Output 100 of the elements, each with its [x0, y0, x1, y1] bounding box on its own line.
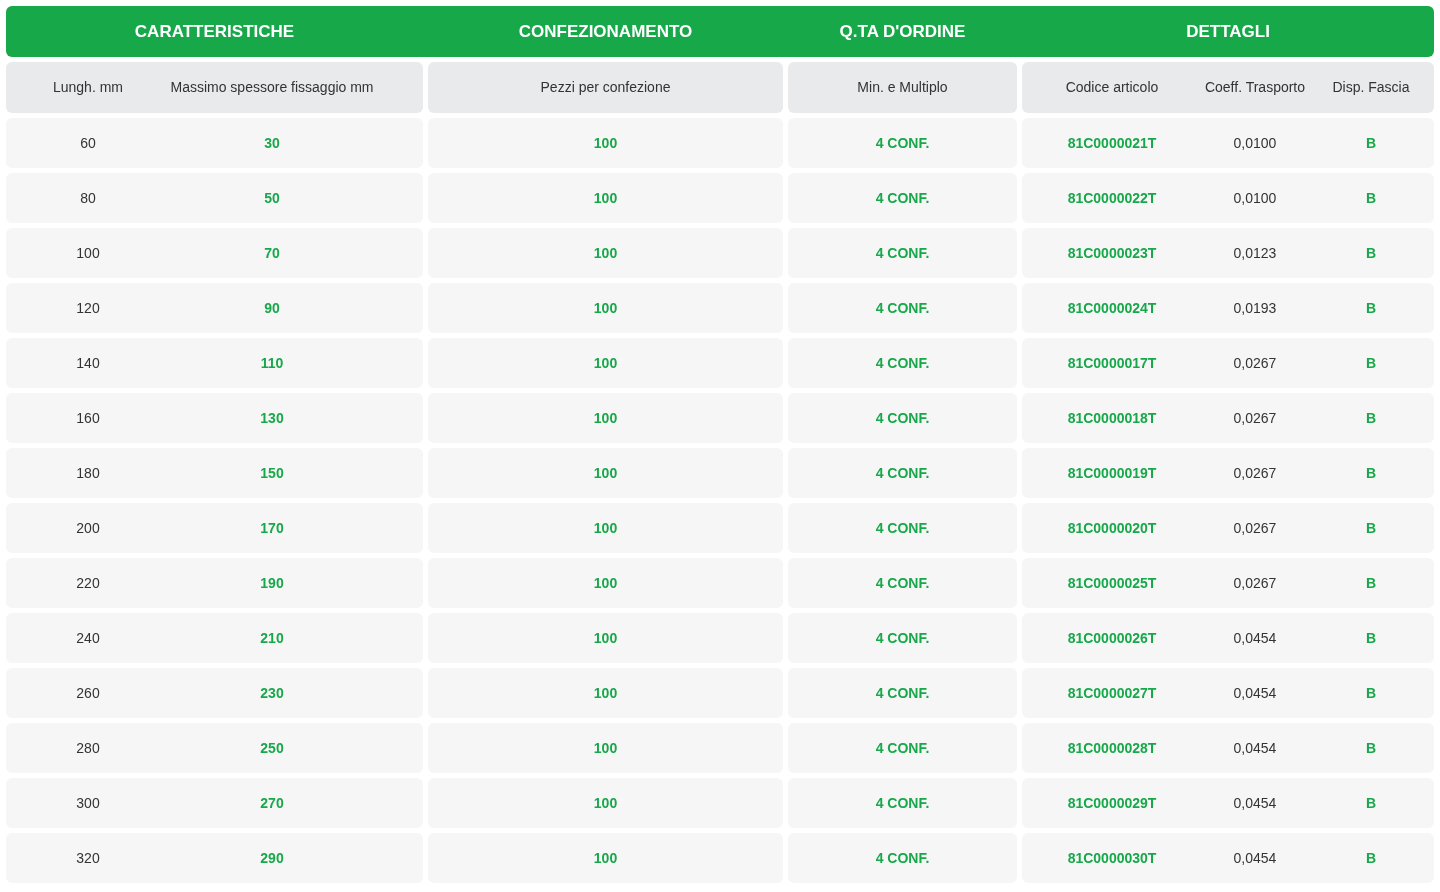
table-cell-text: 130 [260, 408, 284, 428]
column-heading: Massimo spessore fissaggio mm [170, 78, 374, 97]
table-cell-text: 100 [593, 298, 618, 318]
table-cell-text: 4 CONF. [875, 353, 930, 373]
table-cell-text: 260 [76, 683, 100, 703]
table-cell-text: 200 [76, 518, 100, 538]
table-cell-text: 4 CONF. [875, 848, 930, 868]
table-cell-text: B [1365, 243, 1377, 263]
table-cell-text: 280 [76, 738, 100, 758]
table-cell-text: 50 [264, 188, 280, 208]
table-cell-text: 0,0454 [1233, 738, 1277, 758]
column-heading: Lungh. mm [52, 78, 123, 97]
table-cell-text: 0,0123 [1233, 243, 1277, 263]
table-cell-text: 150 [260, 463, 284, 483]
table-cell-text: 4 CONF. [875, 408, 930, 428]
table-cell-text: 0,0267 [1233, 408, 1277, 428]
table-cell-text: 0,0100 [1233, 133, 1277, 153]
table-cell-text: 290 [260, 848, 284, 868]
table-cell-text: 160 [76, 408, 100, 428]
table-cell-text: 0,0193 [1233, 298, 1277, 318]
table-cell-text: 100 [593, 243, 618, 263]
group-heading: DETTAGLI [1186, 20, 1270, 43]
table-cell-text: 140 [76, 353, 100, 373]
table-cell-text: 240 [76, 628, 100, 648]
table-cell-text: 100 [593, 133, 618, 153]
table-cell-text: 4 CONF. [875, 188, 930, 208]
table-cell-text: 81C0000026T [1067, 628, 1157, 648]
table-cell-text: 100 [593, 463, 618, 483]
table-cell-text: 100 [593, 353, 618, 373]
column-heading: Codice articolo [1065, 78, 1159, 97]
table-cell-text: 4 CONF. [875, 683, 930, 703]
table-cell-text: 81C0000020T [1067, 518, 1157, 538]
table-cell-text: 81C0000024T [1067, 298, 1157, 318]
table-cell-text: B [1365, 463, 1377, 483]
table-cell-text: 0,0454 [1233, 683, 1277, 703]
table-cell-text: 320 [76, 848, 100, 868]
table-cell-text: B [1365, 408, 1377, 428]
table-cell-text: 81C0000017T [1067, 353, 1157, 373]
table-cell-text: B [1365, 628, 1377, 648]
table-cell-text: 190 [260, 573, 284, 593]
table-cell-text: 100 [593, 628, 618, 648]
table-cell-text: 220 [76, 573, 100, 593]
table-cell-text: 100 [593, 738, 618, 758]
table-cell-text: 0,0100 [1233, 188, 1277, 208]
table-cell-text: 81C0000023T [1067, 243, 1157, 263]
table-cell-text: B [1365, 573, 1377, 593]
table-cell-text: 4 CONF. [875, 573, 930, 593]
table-cell-text: 100 [593, 408, 618, 428]
table-cell-text: 30 [264, 133, 280, 153]
table-cell-text: 81C0000027T [1067, 683, 1157, 703]
table-cell-text: 81C0000025T [1067, 573, 1157, 593]
table-cell-text: B [1365, 793, 1377, 813]
table-cell-text: 4 CONF. [875, 628, 930, 648]
table-cell-text: 0,0267 [1233, 353, 1277, 373]
table-cell-text: 180 [76, 463, 100, 483]
table-cell-text: 60 [80, 133, 96, 153]
table-cell-text: 4 CONF. [875, 518, 930, 538]
table-cell-text: 70 [264, 243, 280, 263]
table-cell-text: 81C0000028T [1067, 738, 1157, 758]
table-cell-text: 80 [80, 188, 96, 208]
group-heading: CARATTERISTICHE [134, 20, 295, 43]
table-cell-text: 81C0000019T [1067, 463, 1157, 483]
table-cell-text: B [1365, 518, 1377, 538]
table-cell-text: 0,0454 [1233, 793, 1277, 813]
table-cell-text: 210 [260, 628, 284, 648]
table-cell-text: 4 CONF. [875, 793, 930, 813]
group-heading: CONFEZIONAMENTO [518, 20, 693, 43]
table-cell-text: 4 CONF. [875, 738, 930, 758]
table-cell-text: 100 [593, 518, 618, 538]
table-cell-text: 81C0000022T [1067, 188, 1157, 208]
table-cell-text: 90 [264, 298, 280, 318]
table-cell-text: B [1365, 188, 1377, 208]
table-cell-text: 100 [593, 573, 618, 593]
column-heading: Coeff. Trasporto [1204, 78, 1306, 97]
table-cell-text: B [1365, 298, 1377, 318]
table-cell-text: 100 [76, 243, 100, 263]
table-cell-text: B [1365, 848, 1377, 868]
table-cell-text: 4 CONF. [875, 463, 930, 483]
table-cell-text: 81C0000018T [1067, 408, 1157, 428]
table-cell-text: 0,0454 [1233, 628, 1277, 648]
column-heading: Pezzi per confezione [540, 78, 671, 97]
table-cell-text: 81C0000029T [1067, 793, 1157, 813]
table-cell-text: 81C0000021T [1067, 133, 1157, 153]
table-cell-text: 100 [593, 848, 618, 868]
table-cell-text: 110 [260, 353, 284, 373]
table-cell-text: 4 CONF. [875, 133, 930, 153]
column-heading: Disp. Fascia [1332, 78, 1410, 97]
table-cell-text: B [1365, 133, 1377, 153]
table-cell-text: 4 CONF. [875, 298, 930, 318]
table-cell-text: 170 [260, 518, 284, 538]
table-cell-text: B [1365, 683, 1377, 703]
table-cell-text: 100 [593, 793, 618, 813]
table-cell-text: 270 [260, 793, 284, 813]
table-cell-text: 0,0267 [1233, 463, 1277, 483]
table-cell-text: 230 [260, 683, 284, 703]
table-cell-text: 100 [593, 683, 618, 703]
table-cell-text: 0,0454 [1233, 848, 1277, 868]
table-cell-text: 120 [76, 298, 100, 318]
table-cell-text: 0,0267 [1233, 573, 1277, 593]
column-heading: Min. e Multiplo [857, 78, 948, 97]
